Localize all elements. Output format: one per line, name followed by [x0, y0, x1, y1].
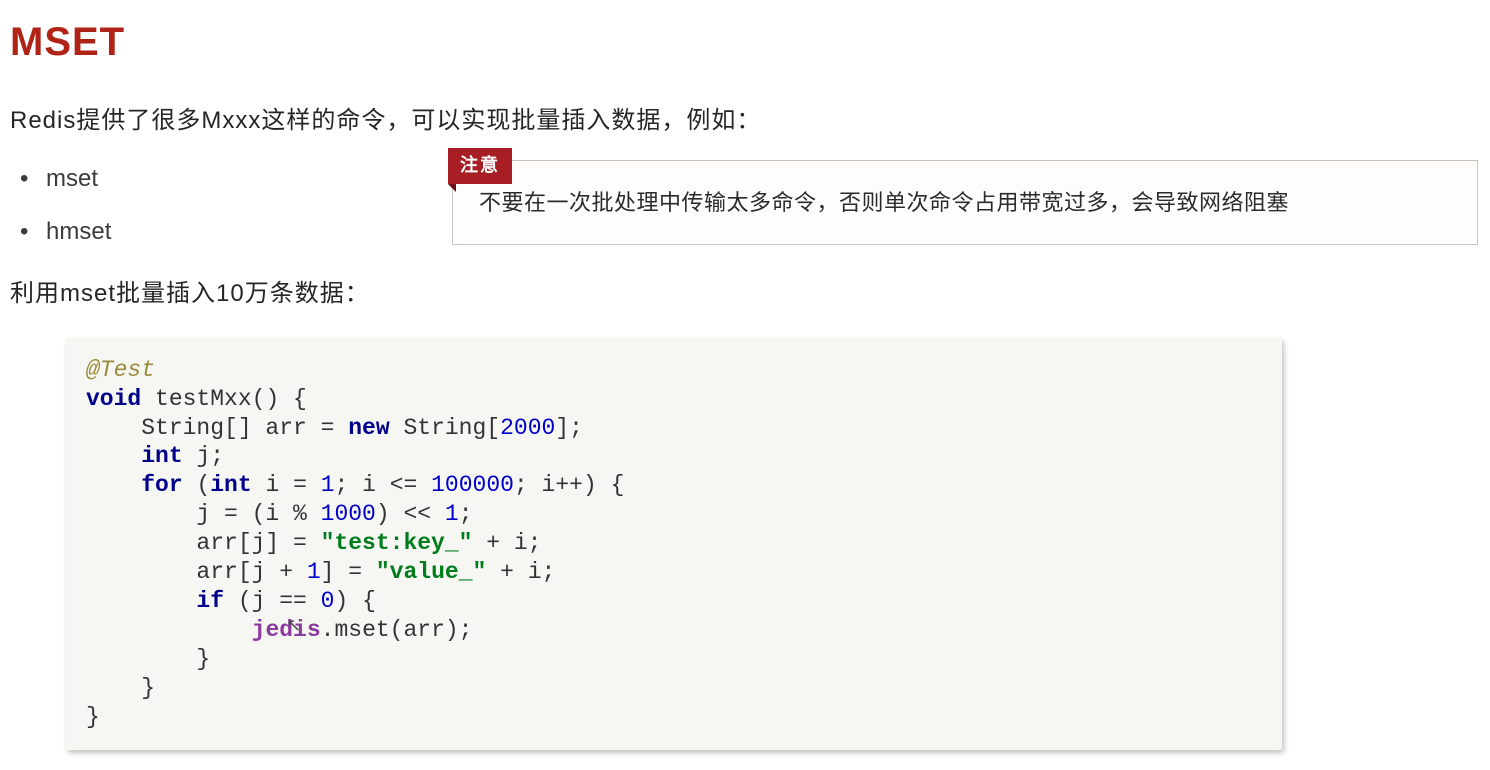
note-tag: 注意: [448, 148, 512, 184]
page-title: MSET: [10, 10, 1480, 74]
subtext-paragraph: 利用mset批量插入10万条数据：: [10, 275, 1480, 313]
code-string: "test:key_": [321, 530, 473, 556]
code-field-jedis: jedis: [252, 617, 321, 643]
code-text: .mset(arr);: [321, 617, 473, 643]
code-number: 0: [321, 588, 335, 614]
code-text: }: [86, 704, 100, 730]
code-keyword-int: int: [210, 472, 251, 498]
code-block-container: @Test void testMxx() { String[] arr = ne…: [66, 338, 1282, 751]
code-text: + i;: [472, 530, 541, 556]
code-number: 1: [321, 472, 335, 498]
intro-paragraph: Redis提供了很多Mxxx这样的命令，可以实现批量插入数据，例如：: [10, 102, 1480, 140]
code-string: "value_": [376, 559, 486, 585]
code-text: arr[j +: [86, 559, 307, 585]
code-text: ) {: [334, 588, 375, 614]
code-text: (j ==: [224, 588, 321, 614]
code-text: ; i <=: [335, 472, 432, 498]
code-text: ;: [459, 501, 473, 527]
code-text: [86, 617, 252, 643]
code-text: String[: [390, 415, 500, 441]
code-number: 100000: [431, 472, 514, 498]
code-text: testMxx() {: [141, 386, 307, 412]
code-text: }: [86, 675, 155, 701]
code-text: String[] arr =: [86, 415, 348, 441]
code-number: 1: [307, 559, 321, 585]
code-text: ] =: [321, 559, 376, 585]
code-text: (: [183, 472, 211, 498]
code-number: 1000: [321, 501, 376, 527]
code-text: arr[j] =: [86, 530, 321, 556]
code-number: 1: [445, 501, 459, 527]
code-text: ) <<: [376, 501, 445, 527]
code-text: }: [86, 646, 210, 672]
code-text: j = (i %: [86, 501, 321, 527]
code-keyword-new: new: [348, 415, 389, 441]
note-text: 不要在一次批处理中传输太多命令，否则单次命令占用带宽过多，会导致网络阻塞: [452, 160, 1478, 245]
code-text: ];: [555, 415, 583, 441]
code-keyword-int: int: [141, 443, 182, 469]
code-text: j;: [183, 443, 224, 469]
code-text: i =: [252, 472, 321, 498]
code-keyword-for: for: [141, 472, 182, 498]
code-annotation: @Test: [86, 357, 155, 383]
code-text: + i;: [486, 559, 555, 585]
slide-page: MSET Redis提供了很多Mxxx这样的命令，可以实现批量插入数据，例如： …: [0, 0, 1490, 770]
code-text: ; i++) {: [514, 472, 624, 498]
code-keyword-if: if: [196, 588, 224, 614]
code-block: @Test void testMxx() { String[] arr = ne…: [66, 338, 1282, 751]
code-keyword-void: void: [86, 386, 141, 412]
note-callout: 注意 不要在一次批处理中传输太多命令，否则单次命令占用带宽过多，会导致网络阻塞: [452, 160, 1478, 245]
code-number: 2000: [500, 415, 555, 441]
